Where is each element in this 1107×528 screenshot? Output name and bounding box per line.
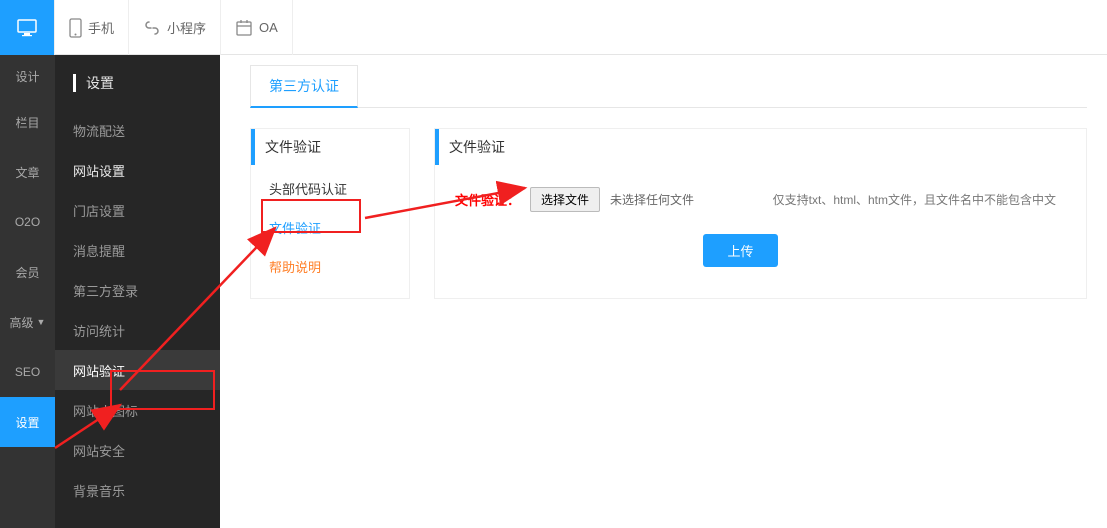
file-verify-row: 文件验证： 选择文件 未选择任何文件 仅支持txt、html、htm文件，且文件… [435, 169, 1086, 220]
topbar-phone[interactable]: 手机 [55, 0, 129, 55]
nav2-title: 设置 [55, 55, 220, 110]
side-panel: 文件验证 头部代码认证 文件验证 帮助说明 [250, 128, 410, 299]
nav1-design[interactable]: 设计 [0, 55, 55, 97]
nav1-seo[interactable]: SEO [0, 347, 55, 397]
nav1-advanced[interactable]: 高级▼ [0, 297, 55, 347]
nav1-member[interactable]: 会员 [0, 247, 55, 297]
calendar-icon [235, 19, 253, 37]
side-panel-title: 文件验证 [251, 129, 409, 165]
nav2-favicon[interactable]: 网站小图标 [55, 390, 220, 430]
tab-third-party-auth[interactable]: 第三方认证 [250, 65, 358, 108]
nav1-settings[interactable]: 设置 [0, 397, 55, 447]
nav1-o2o[interactable]: O2O [0, 197, 55, 247]
nav2-logistics[interactable]: 物流配送 [55, 110, 220, 150]
topbar-phone-label: 手机 [88, 18, 114, 37]
nav1-article[interactable]: 文章 [0, 147, 55, 197]
topbar: 手机 小程序 OA [0, 0, 1107, 55]
main-content: 第三方认证 文件验证 头部代码认证 文件验证 帮助说明 文件验证 文件验证： 选… [220, 55, 1107, 528]
nav2-site-security[interactable]: 网站安全 [55, 430, 220, 470]
upload-button[interactable]: 上传 [703, 234, 777, 267]
topbar-miniprogram[interactable]: 小程序 [129, 0, 221, 55]
phone-icon [69, 18, 82, 38]
topbar-miniprogram-label: 小程序 [167, 18, 206, 37]
sp-header-code-auth[interactable]: 头部代码认证 [251, 169, 409, 208]
miniprogram-icon [143, 19, 161, 37]
sp-file-verify[interactable]: 文件验证 [251, 208, 409, 247]
title-bar-icon [73, 74, 76, 92]
nav-secondary: 设置 物流配送 网站设置 门店设置 消息提醒 第三方登录 访问统计 网站验证 网… [55, 55, 220, 528]
file-hint: 仅支持txt、html、htm文件，且文件名中不能包含中文 [773, 191, 1066, 208]
content-panel: 文件验证 文件验证： 选择文件 未选择任何文件 仅支持txt、html、htm文… [434, 128, 1087, 299]
tab-bar: 第三方认证 [250, 65, 1087, 108]
topbar-oa-label: OA [259, 20, 278, 35]
nav2-visit-stats[interactable]: 访问统计 [55, 310, 220, 350]
nav2-third-party-login[interactable]: 第三方登录 [55, 270, 220, 310]
nav2-store-settings[interactable]: 门店设置 [55, 190, 220, 230]
nav1-column[interactable]: 栏目 [0, 97, 55, 147]
file-verify-label: 文件验证： [455, 190, 520, 209]
chevron-down-icon: ▼ [37, 317, 46, 327]
nav2-background-music[interactable]: 背景音乐 [55, 470, 220, 510]
topbar-desktop[interactable] [0, 0, 55, 55]
content-panel-title: 文件验证 [435, 129, 1086, 165]
nav-primary: 设计 栏目 文章 O2O 会员 高级▼ SEO 设置 [0, 55, 55, 528]
choose-file-button[interactable]: 选择文件 [530, 187, 600, 212]
nav2-site-verification[interactable]: 网站验证 [55, 350, 220, 390]
sp-help[interactable]: 帮助说明 [251, 247, 409, 286]
topbar-oa[interactable]: OA [221, 0, 293, 55]
nav2-site-settings[interactable]: 网站设置 [55, 150, 220, 190]
file-status: 未选择任何文件 [610, 191, 694, 208]
desktop-icon [17, 19, 37, 37]
nav2-message-reminder[interactable]: 消息提醒 [55, 230, 220, 270]
